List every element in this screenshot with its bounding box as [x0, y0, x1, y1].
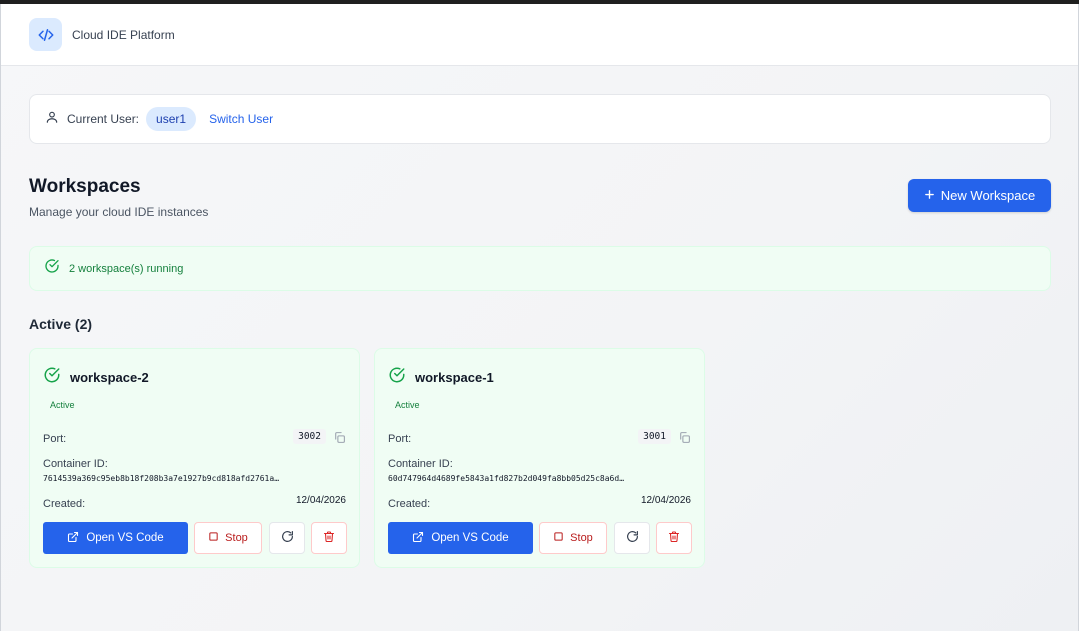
- container-id-value: 60d747964d4689fe5843a1fd827b2d049fa8bb05…: [388, 474, 625, 483]
- new-workspace-label: New Workspace: [940, 188, 1036, 203]
- open-vscode-button[interactable]: Open VS Code: [388, 522, 533, 554]
- switch-user-link[interactable]: Switch User: [209, 112, 273, 126]
- workspace-card-header: workspace-1: [388, 366, 494, 389]
- stop-label: Stop: [225, 532, 248, 544]
- workspace-name: workspace-1: [415, 370, 494, 385]
- stop-square-icon: [553, 531, 564, 545]
- current-user-label: Current User:: [67, 112, 140, 126]
- running-status-bar: 2 workspace(s) running: [29, 246, 1051, 291]
- username-badge: user1: [146, 107, 197, 131]
- code-icon: [29, 18, 62, 51]
- delete-button[interactable]: [656, 522, 692, 554]
- trash-icon: [323, 530, 335, 546]
- open-vscode-button[interactable]: Open VS Code: [43, 522, 188, 554]
- workspace-name: workspace-2: [70, 370, 149, 385]
- refresh-icon: [626, 530, 639, 546]
- port-value: 3002: [293, 429, 326, 444]
- external-link-icon: [412, 531, 424, 546]
- open-vscode-label: Open VS Code: [431, 532, 509, 544]
- page-subtitle: Manage your cloud IDE instances: [29, 205, 209, 219]
- app-window: Cloud IDE Platform Current User: user1 S…: [0, 4, 1079, 631]
- container-id-value: 7614539a369c95eb8b18f208b3a7e1927b9cd818…: [43, 474, 280, 483]
- created-value: 12/04/2026: [640, 495, 691, 506]
- created-label: Created:: [388, 498, 431, 510]
- check-circle-icon: [44, 258, 60, 279]
- created-label: Created:: [43, 498, 86, 510]
- new-workspace-button[interactable]: New Workspace: [908, 179, 1051, 212]
- delete-button[interactable]: [311, 522, 347, 554]
- stop-button[interactable]: Stop: [539, 522, 607, 554]
- page-title: Workspaces: [29, 176, 141, 197]
- check-circle-icon: [43, 366, 61, 389]
- workspace-card: workspace-1 Active Port: 3001 Container …: [374, 348, 705, 568]
- app-title: Cloud IDE Platform: [72, 27, 175, 42]
- port-label: Port:: [388, 433, 412, 445]
- restart-button[interactable]: [269, 522, 305, 554]
- trash-icon: [668, 530, 680, 546]
- top-bar: Cloud IDE Platform: [1, 4, 1078, 66]
- status-badge: Active: [50, 400, 75, 410]
- current-user-bar: Current User: user1 Switch User: [29, 94, 1051, 144]
- stop-square-icon: [208, 531, 219, 545]
- created-value: 12/04/2026: [295, 495, 346, 506]
- user-icon: [45, 110, 59, 129]
- refresh-icon: [281, 530, 294, 546]
- stop-label: Stop: [570, 532, 593, 544]
- copy-icon[interactable]: [678, 431, 691, 449]
- stop-button[interactable]: Stop: [194, 522, 262, 554]
- workspace-card-header: workspace-2: [43, 366, 149, 389]
- status-badge: Active: [395, 400, 420, 410]
- section-title-active: Active (2): [29, 316, 93, 332]
- plus-icon: [924, 188, 935, 203]
- port-value: 3001: [638, 429, 671, 444]
- external-link-icon: [67, 531, 79, 546]
- container-id-label: Container ID:: [388, 458, 453, 470]
- restart-button[interactable]: [614, 522, 650, 554]
- port-label: Port:: [43, 433, 67, 445]
- workspace-card: workspace-2 Active Port: 3002 Container …: [29, 348, 360, 568]
- copy-icon[interactable]: [333, 431, 346, 449]
- open-vscode-label: Open VS Code: [86, 532, 164, 544]
- container-id-label: Container ID:: [43, 458, 108, 470]
- check-circle-icon: [388, 366, 406, 389]
- running-status-text: 2 workspace(s) running: [69, 262, 184, 275]
